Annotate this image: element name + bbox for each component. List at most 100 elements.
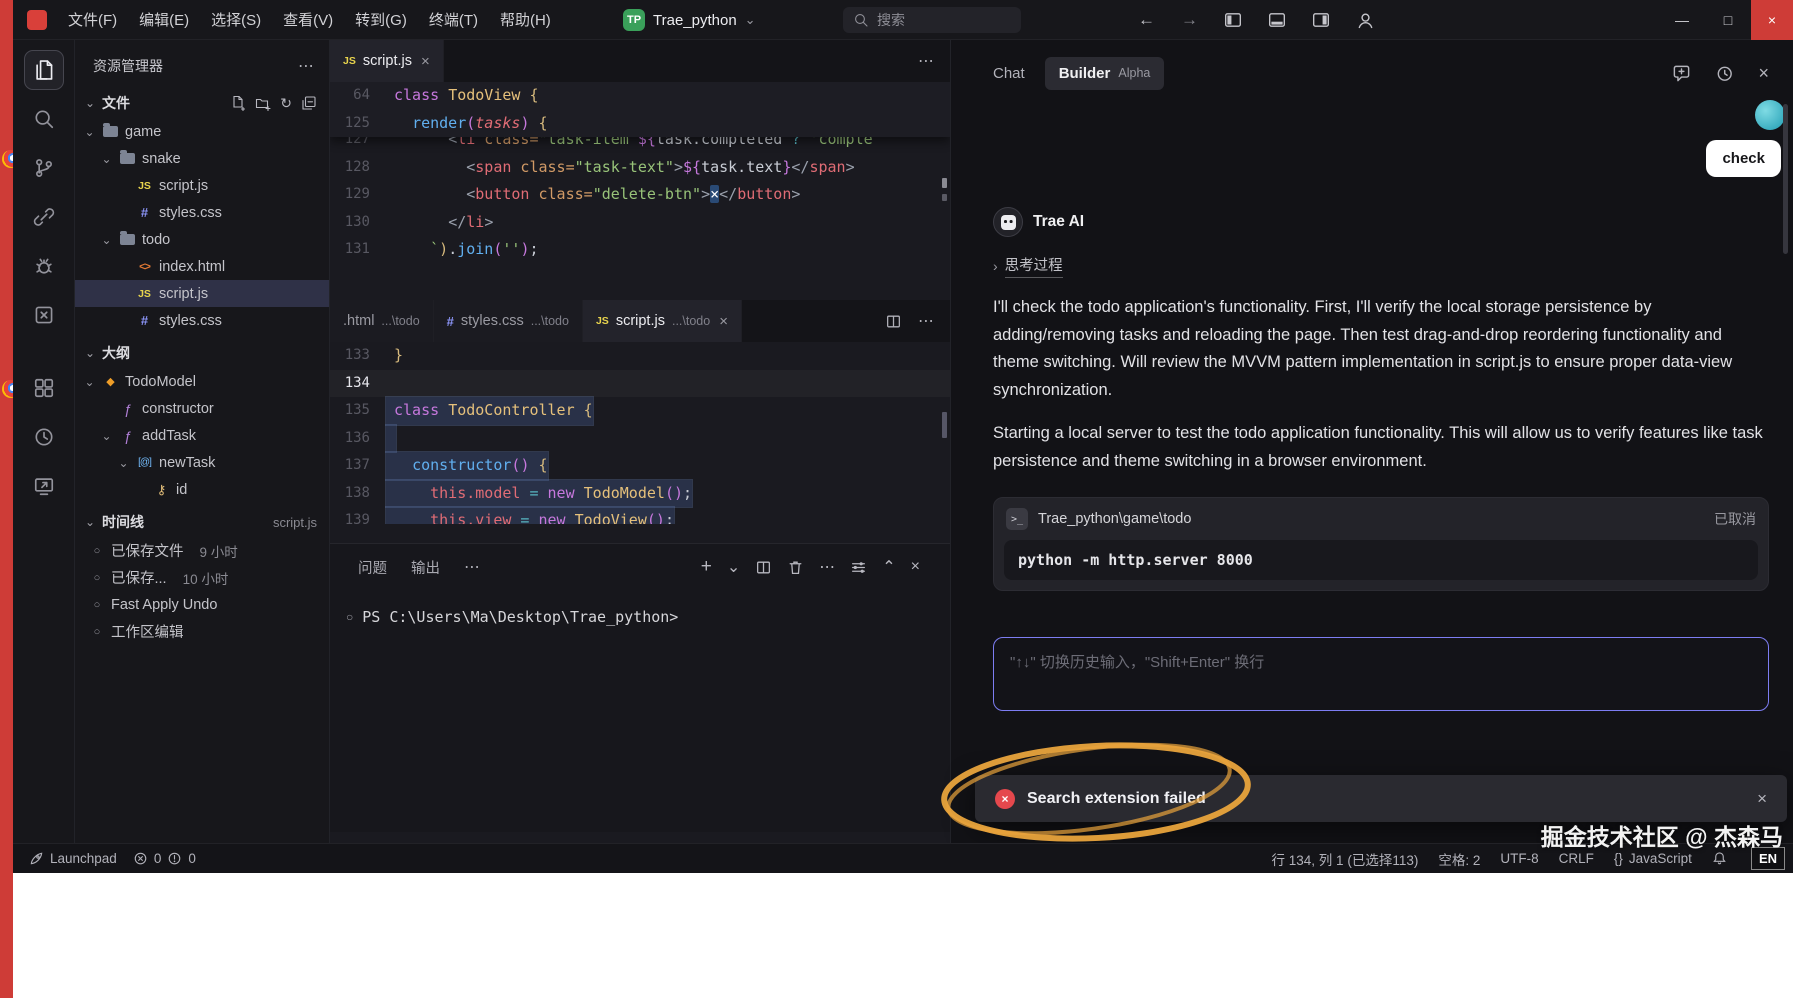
minimize-button[interactable]: — (1659, 0, 1705, 40)
timeline-item[interactable]: ○已保存...10 小时 (75, 564, 329, 591)
activitybar-extensions[interactable] (24, 368, 64, 408)
project-selector[interactable]: TP Trae_python ⌄ (613, 6, 766, 34)
code-line-125[interactable]: 125 render(tasks) { (330, 110, 950, 138)
tab-chat[interactable]: Chat (993, 65, 1025, 82)
menu-file[interactable]: 文件(F) (57, 0, 128, 39)
code-line-139[interactable]: 139 this.view = new TodoView(); (330, 507, 950, 524)
outline-item-newTask[interactable]: ⌄[@]newTask (75, 449, 329, 476)
eol-setting[interactable]: CRLF (1559, 851, 1594, 866)
code-line-130[interactable]: 130 </li> (330, 209, 950, 237)
collapse-all-icon[interactable] (301, 95, 317, 111)
activitybar-remote-explorer[interactable] (24, 466, 64, 506)
tree-item-game[interactable]: ⌄game (75, 118, 329, 145)
activitybar-test[interactable] (24, 295, 64, 335)
tab-index-html[interactable]: .html ...\todo (330, 300, 434, 342)
code-editor-top[interactable]: 64class TodoView {125 render(tasks) { 12… (330, 82, 950, 300)
tree-item-styles.css[interactable]: #styles.css (75, 307, 329, 334)
launchpad-button[interactable]: Launchpad (29, 851, 117, 866)
tree-item-script.js[interactable]: JSscript.js (75, 280, 329, 307)
layout-sidebar-left-icon[interactable] (1224, 11, 1242, 29)
more-icon[interactable]: ⋯ (298, 56, 315, 76)
trash-icon[interactable] (787, 559, 804, 576)
code-line-137[interactable]: 137 constructor() { (330, 452, 950, 480)
refresh-icon[interactable]: ↻ (280, 95, 292, 112)
tab-script-js[interactable]: JS script.js × (330, 40, 444, 82)
indentation-setting[interactable]: 空格: 2 (1438, 849, 1480, 869)
tab-output[interactable]: 输出 (399, 557, 452, 578)
split-terminal-icon[interactable] (755, 559, 772, 576)
new-terminal-icon[interactable]: + (701, 556, 712, 578)
tab-script-js-todo[interactable]: JS script.js ...\todo × (583, 300, 742, 342)
chat-input[interactable]: "↑↓" 切换历史输入，"Shift+Enter" 换行 (993, 637, 1769, 711)
encoding-setting[interactable]: UTF-8 (1500, 851, 1538, 866)
code-line-134[interactable]: 134 (330, 370, 950, 398)
timeline-section-header[interactable]: ⌄ 时间线 script.js (75, 507, 329, 537)
account-icon[interactable] (1356, 11, 1375, 30)
menu-selection[interactable]: 选择(S) (200, 0, 272, 39)
filter-icon[interactable] (850, 559, 867, 576)
cursor-position[interactable]: 行 134, 列 1 (已选择113) (1272, 849, 1419, 869)
layout-sidebar-right-icon[interactable] (1312, 11, 1330, 29)
code-line-138[interactable]: 138 this.model = new TodoModel(); (330, 480, 950, 508)
forward-icon[interactable]: → (1181, 10, 1198, 30)
tree-item-script.js[interactable]: JSscript.js (75, 172, 329, 199)
new-folder-icon[interactable] (255, 95, 271, 111)
tab-styles-css[interactable]: # styles.css ...\todo (434, 300, 583, 342)
more-icon[interactable]: ⋯ (918, 311, 934, 331)
bell-icon[interactable] (1712, 851, 1727, 866)
chevron-down-icon[interactable]: ⌄ (727, 557, 740, 577)
history-icon[interactable] (1715, 64, 1734, 83)
activitybar-search[interactable] (24, 99, 64, 139)
tree-item-styles.css[interactable]: #styles.css (75, 199, 329, 226)
thinking-toggle[interactable]: › 思考过程 (993, 254, 1063, 278)
problems-indicator[interactable]: 0 0 (133, 851, 196, 866)
close-button[interactable]: × (1751, 0, 1793, 40)
close-icon[interactable]: × (1757, 789, 1767, 809)
terminal[interactable]: ○ PS C:\Users\Ma\Desktop\Trae_python> (330, 590, 950, 626)
menu-edit[interactable]: 编辑(E) (128, 0, 200, 39)
outline-item-TodoModel[interactable]: ⌄◆TodoModel (75, 368, 329, 395)
maximize-button[interactable]: □ (1705, 0, 1751, 40)
menu-view[interactable]: 查看(V) (272, 0, 344, 39)
close-icon[interactable]: × (421, 53, 430, 70)
menu-help[interactable]: 帮助(H) (489, 0, 562, 39)
timeline-item[interactable]: ○已保存文件9 小时 (75, 537, 329, 564)
tree-item-index.html[interactable]: <>index.html (75, 253, 329, 280)
activitybar-explorer[interactable] (24, 50, 64, 90)
code-line-133[interactable]: 133} (330, 342, 950, 370)
code-line-135[interactable]: 135class TodoController { (330, 397, 950, 425)
code-line-136[interactable]: 136 (330, 425, 950, 453)
tree-item-snake[interactable]: ⌄snake (75, 145, 329, 172)
outline-item-constructor[interactable]: ƒconstructor (75, 395, 329, 422)
code-line-131[interactable]: 131 `).join(''); (330, 236, 950, 264)
language-mode[interactable]: {} JavaScript (1614, 851, 1692, 866)
menu-terminal[interactable]: 终端(T) (418, 0, 489, 39)
activitybar-debug[interactable] (24, 246, 64, 286)
close-icon[interactable]: × (911, 558, 920, 576)
outline-item-addTask[interactable]: ⌄ƒaddTask (75, 422, 329, 449)
activitybar-history[interactable] (24, 417, 64, 457)
back-icon[interactable]: ← (1138, 10, 1155, 30)
menu-goto[interactable]: 转到(G) (344, 0, 418, 39)
tab-builder[interactable]: Builder Alpha (1045, 57, 1165, 90)
code-line-128[interactable]: 128 <span class="task-text">${task.text}… (330, 154, 950, 182)
chevron-up-icon[interactable]: ⌃ (882, 557, 895, 577)
new-chat-icon[interactable] (1672, 64, 1691, 83)
activitybar-remote[interactable] (24, 197, 64, 237)
tab-problems[interactable]: 问题 (346, 557, 399, 578)
more-icon[interactable]: ⋯ (452, 557, 492, 577)
global-search[interactable]: 搜索 (843, 7, 1021, 33)
tree-item-todo[interactable]: ⌄todo (75, 226, 329, 253)
split-editor-icon[interactable] (885, 313, 902, 330)
close-icon[interactable]: × (1758, 63, 1769, 84)
timeline-item[interactable]: ○工作区编辑 (75, 618, 329, 645)
outline-section-header[interactable]: ⌄ 大纲 (75, 338, 329, 368)
app-logo[interactable] (27, 10, 47, 30)
code-editor-bottom[interactable]: 133}134135class TodoController {136137 c… (330, 342, 950, 524)
close-icon[interactable]: × (719, 313, 728, 330)
layout-panel-icon[interactable] (1268, 11, 1286, 29)
code-line-64[interactable]: 64class TodoView { (330, 82, 950, 110)
chat-scrollbar[interactable] (1783, 104, 1788, 254)
outline-item-id[interactable]: ⚷id (75, 476, 329, 503)
timeline-item[interactable]: ○Fast Apply Undo (75, 591, 329, 618)
